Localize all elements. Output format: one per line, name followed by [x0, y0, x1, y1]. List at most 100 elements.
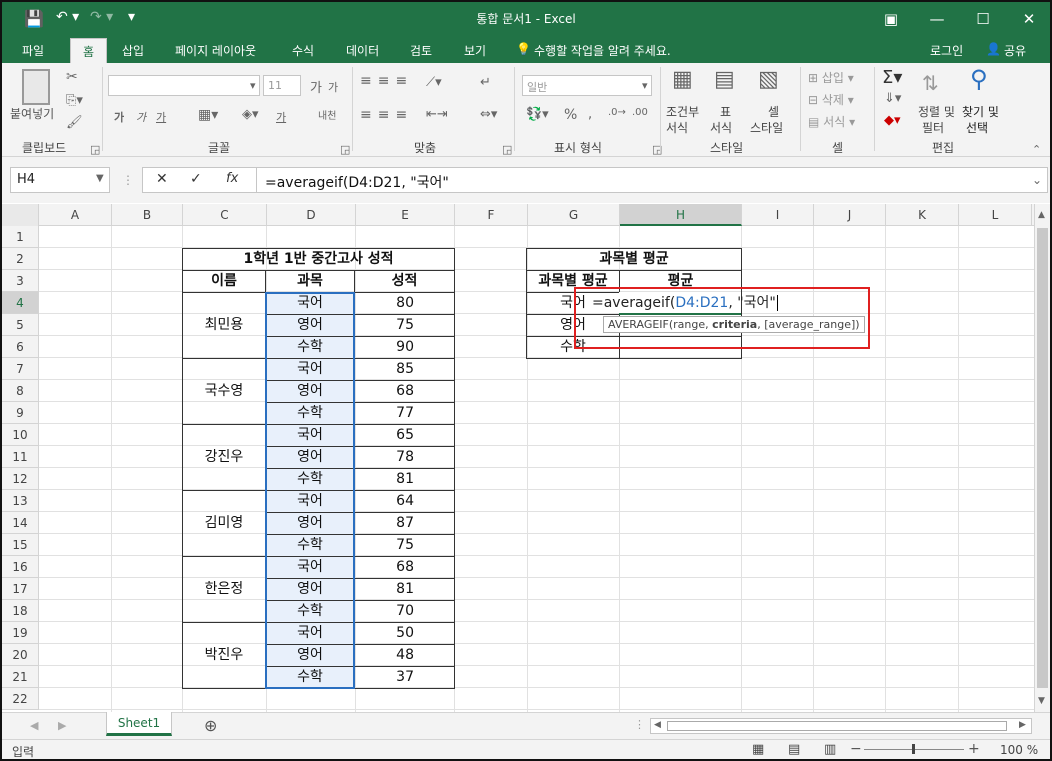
row-header[interactable]: 3	[2, 270, 39, 292]
row-header[interactable]: 21	[2, 666, 39, 688]
row-header[interactable]: 1	[2, 226, 39, 248]
enter-icon[interactable]: ✓	[190, 171, 202, 187]
scroll-up-icon[interactable]: ▲	[1038, 210, 1045, 220]
scroll-left-icon[interactable]: ◀	[654, 720, 661, 730]
cut-icon[interactable]: ✂	[66, 69, 78, 85]
col-header-d[interactable]: D	[267, 204, 356, 226]
find-icon[interactable]: ⚲	[970, 65, 988, 93]
score-cell[interactable]: 50	[354, 622, 455, 645]
find-select-button[interactable]: 찾기 및	[962, 103, 999, 120]
login-link[interactable]: 로그인	[930, 42, 963, 59]
sheet-tab[interactable]: Sheet1	[106, 712, 172, 736]
font-size-dropdown[interactable]: 11	[263, 75, 301, 96]
share-button[interactable]: 공유	[1004, 42, 1026, 59]
paste-icon[interactable]	[22, 69, 50, 105]
row-header[interactable]: 15	[2, 534, 39, 556]
comma-icon[interactable]: ,	[588, 107, 592, 122]
row-header[interactable]: 7	[2, 358, 39, 380]
prev-sheet-icon[interactable]: ◀	[30, 719, 38, 732]
dialog-launcher-icon[interactable]: ◲	[90, 143, 100, 156]
horizontal-align-icons[interactable]: ≡≡≡	[360, 107, 413, 123]
student-name[interactable]: 김미영	[182, 490, 266, 557]
tab-formulas[interactable]: 수식	[292, 42, 314, 59]
col-header-g[interactable]: G	[528, 204, 620, 226]
tab-review[interactable]: 검토	[410, 42, 432, 59]
dialog-launcher-icon[interactable]: ◲	[340, 143, 350, 156]
score-cell[interactable]: 65	[354, 424, 455, 447]
row-header[interactable]: 18	[2, 600, 39, 622]
score-cell[interactable]: 48	[354, 644, 455, 667]
format-table-button[interactable]: 표	[720, 103, 731, 120]
font-color-button[interactable]: 가	[276, 109, 286, 125]
conditional-format-icon[interactable]: ▦	[672, 67, 693, 92]
cell-styles-icon[interactable]: ▧	[758, 67, 779, 92]
row-header[interactable]: 17	[2, 578, 39, 600]
zoom-out-icon[interactable]: −	[850, 741, 862, 757]
table-title[interactable]: 1학년 1반 중간고사 성적	[182, 248, 455, 271]
score-cell[interactable]: 64	[354, 490, 455, 513]
maximize-icon[interactable]: ☐	[960, 6, 1006, 32]
vertical-align-icons[interactable]: ≡≡≡	[360, 73, 413, 89]
tab-data[interactable]: 데이터	[346, 42, 379, 59]
score-cell[interactable]: 77	[354, 402, 455, 425]
col-header-f[interactable]: F	[455, 204, 528, 226]
underline-button[interactable]: 가	[156, 109, 166, 125]
score-cell[interactable]: 81	[354, 578, 455, 601]
zoom-level[interactable]: 100 %	[1000, 743, 1038, 757]
dialog-launcher-icon[interactable]: ◲	[502, 143, 512, 156]
header-subject[interactable]: 과목	[265, 270, 355, 293]
normal-view-icon[interactable]: ▦	[752, 742, 764, 757]
col-header-k[interactable]: K	[886, 204, 959, 226]
score-cell[interactable]: 85	[354, 358, 455, 381]
score-cell[interactable]: 75	[354, 314, 455, 337]
select-all-button[interactable]	[2, 204, 39, 226]
row-header[interactable]: 2	[2, 248, 39, 270]
insert-function-button[interactable]: fx	[226, 171, 238, 186]
format-table-button-2[interactable]: 서식	[710, 119, 732, 136]
row-header[interactable]: 20	[2, 644, 39, 666]
cancel-icon[interactable]: ✕	[156, 171, 168, 187]
tab-view[interactable]: 보기	[464, 42, 486, 59]
vertical-scrollbar[interactable]: ▲ ▼	[1034, 204, 1050, 712]
student-name[interactable]: 박진우	[182, 622, 266, 689]
header-score[interactable]: 성적	[354, 270, 455, 293]
row-header[interactable]: 4	[2, 292, 39, 314]
font-grow-button[interactable]: 가	[310, 77, 322, 96]
font-name-dropdown[interactable]	[108, 75, 260, 96]
zoom-in-icon[interactable]: +	[968, 741, 980, 757]
row-header[interactable]: 10	[2, 424, 39, 446]
student-name[interactable]: 한은정	[182, 556, 266, 623]
score-cell[interactable]: 81	[354, 468, 455, 491]
h-scroll-thumb[interactable]	[667, 721, 1007, 731]
row-header[interactable]: 6	[2, 336, 39, 358]
score-cell[interactable]: 37	[354, 666, 455, 689]
score-cell[interactable]: 68	[354, 556, 455, 579]
font-shrink-button[interactable]: 가	[328, 79, 338, 95]
border-icon[interactable]: ▦▾	[198, 107, 218, 123]
expand-formula-icon[interactable]: ⌄	[1032, 173, 1042, 187]
score-cell[interactable]: 75	[354, 534, 455, 557]
student-name[interactable]: 국수영	[182, 358, 266, 425]
score-cell[interactable]: 70	[354, 600, 455, 623]
page-layout-icon[interactable]: ▤	[788, 742, 800, 757]
col-header-i[interactable]: I	[742, 204, 814, 226]
avg-table-title[interactable]: 과목별 평균	[526, 248, 742, 271]
indent-icon[interactable]: ⇤⇥	[426, 107, 448, 122]
tab-insert[interactable]: 삽입	[122, 42, 144, 59]
scroll-right-icon[interactable]: ▶	[1019, 720, 1026, 730]
col-header-c[interactable]: C	[183, 204, 267, 226]
score-cell[interactable]: 68	[354, 380, 455, 403]
number-format-dropdown[interactable]: 일반	[522, 75, 652, 96]
format-as-table-icon[interactable]: ▤	[714, 67, 735, 92]
tab-home[interactable]: 홈	[70, 38, 108, 63]
find-select-button-2[interactable]: 선택	[966, 119, 988, 136]
close-icon[interactable]: ✕	[1006, 6, 1052, 32]
phonetic-button[interactable]: 내천	[318, 107, 336, 122]
tell-me-box[interactable]: 수행할 작업을 알려 주세요.	[534, 42, 671, 59]
row-header[interactable]: 9	[2, 402, 39, 424]
formula-input[interactable]: =averageif(D4:D21, "국어"	[256, 167, 1048, 193]
tab-file[interactable]: 파일	[22, 42, 44, 59]
cell-styles-button[interactable]: 셀	[768, 103, 779, 120]
col-header-e[interactable]: E	[356, 204, 455, 226]
fill-icon[interactable]: ⇓▾	[884, 91, 901, 106]
